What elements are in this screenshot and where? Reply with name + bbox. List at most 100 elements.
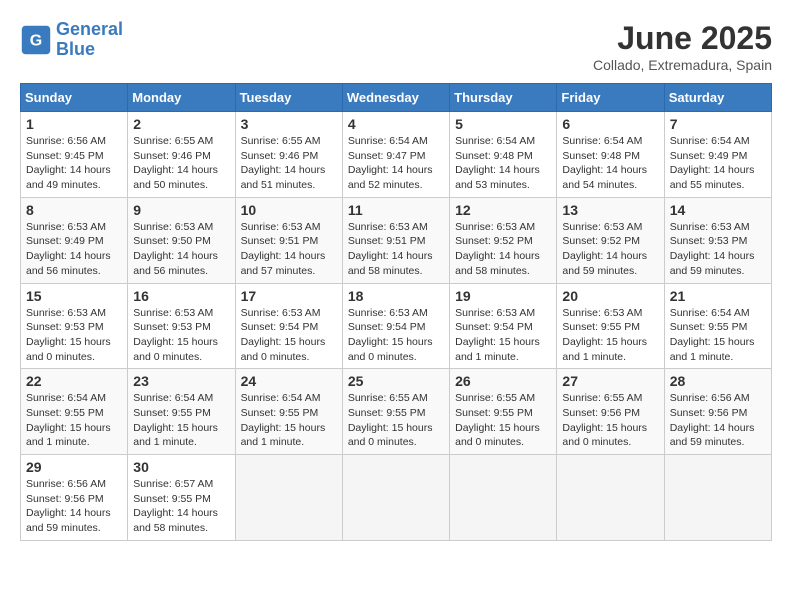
- day-info: Sunrise: 6:55 AM Sunset: 9:55 PM Dayligh…: [348, 391, 444, 450]
- sunset: Sunset: 9:49 PM: [26, 235, 104, 247]
- header-saturday: Saturday: [664, 84, 771, 112]
- day-info: Sunrise: 6:53 AM Sunset: 9:55 PM Dayligh…: [562, 306, 658, 365]
- sunrise: Sunrise: 6:55 AM: [133, 135, 213, 147]
- daylight: Daylight: 15 hours and 0 minutes.: [26, 336, 111, 363]
- sunrise: Sunrise: 6:55 AM: [455, 392, 535, 404]
- sunset: Sunset: 9:56 PM: [26, 493, 104, 505]
- daylight: Daylight: 14 hours and 56 minutes.: [133, 250, 218, 277]
- week-row-1: 1 Sunrise: 6:56 AM Sunset: 9:45 PM Dayli…: [21, 112, 772, 198]
- sunset: Sunset: 9:48 PM: [562, 150, 640, 162]
- week-row-5: 29 Sunrise: 6:56 AM Sunset: 9:56 PM Dayl…: [21, 455, 772, 541]
- sunset: Sunset: 9:55 PM: [670, 321, 748, 333]
- month-year: June 2025: [593, 20, 772, 57]
- daylight: Daylight: 14 hours and 55 minutes.: [670, 164, 755, 191]
- day-number: 19: [455, 288, 551, 304]
- sunset: Sunset: 9:46 PM: [133, 150, 211, 162]
- sunrise: Sunrise: 6:53 AM: [562, 221, 642, 233]
- sunrise: Sunrise: 6:57 AM: [133, 478, 213, 490]
- sunrise: Sunrise: 6:54 AM: [455, 135, 535, 147]
- day-info: Sunrise: 6:55 AM Sunset: 9:56 PM Dayligh…: [562, 391, 658, 450]
- week-row-3: 15 Sunrise: 6:53 AM Sunset: 9:53 PM Dayl…: [21, 283, 772, 369]
- daylight: Daylight: 14 hours and 51 minutes.: [241, 164, 326, 191]
- day-info: Sunrise: 6:53 AM Sunset: 9:53 PM Dayligh…: [133, 306, 229, 365]
- empty-cell: [557, 455, 664, 541]
- empty-cell: [450, 455, 557, 541]
- day-cell-7: 7 Sunrise: 6:54 AM Sunset: 9:49 PM Dayli…: [664, 112, 771, 198]
- day-cell-2: 2 Sunrise: 6:55 AM Sunset: 9:46 PM Dayli…: [128, 112, 235, 198]
- day-number: 21: [670, 288, 766, 304]
- sunset: Sunset: 9:50 PM: [133, 235, 211, 247]
- weekday-header-row: Sunday Monday Tuesday Wednesday Thursday…: [21, 84, 772, 112]
- daylight: Daylight: 15 hours and 1 minute.: [133, 422, 218, 449]
- sunset: Sunset: 9:53 PM: [133, 321, 211, 333]
- sunset: Sunset: 9:53 PM: [670, 235, 748, 247]
- daylight: Daylight: 14 hours and 52 minutes.: [348, 164, 433, 191]
- day-cell-15: 15 Sunrise: 6:53 AM Sunset: 9:53 PM Dayl…: [21, 283, 128, 369]
- day-cell-1: 1 Sunrise: 6:56 AM Sunset: 9:45 PM Dayli…: [21, 112, 128, 198]
- daylight: Daylight: 14 hours and 50 minutes.: [133, 164, 218, 191]
- day-cell-23: 23 Sunrise: 6:54 AM Sunset: 9:55 PM Dayl…: [128, 369, 235, 455]
- daylight: Daylight: 15 hours and 1 minute.: [241, 422, 326, 449]
- day-info: Sunrise: 6:57 AM Sunset: 9:55 PM Dayligh…: [133, 477, 229, 536]
- sunrise: Sunrise: 6:55 AM: [241, 135, 321, 147]
- day-cell-30: 30 Sunrise: 6:57 AM Sunset: 9:55 PM Dayl…: [128, 455, 235, 541]
- day-number: 14: [670, 202, 766, 218]
- day-info: Sunrise: 6:53 AM Sunset: 9:50 PM Dayligh…: [133, 220, 229, 279]
- day-info: Sunrise: 6:53 AM Sunset: 9:52 PM Dayligh…: [455, 220, 551, 279]
- day-info: Sunrise: 6:53 AM Sunset: 9:52 PM Dayligh…: [562, 220, 658, 279]
- day-info: Sunrise: 6:54 AM Sunset: 9:48 PM Dayligh…: [562, 134, 658, 193]
- daylight: Daylight: 14 hours and 58 minutes.: [455, 250, 540, 277]
- sunset: Sunset: 9:52 PM: [562, 235, 640, 247]
- sunrise: Sunrise: 6:53 AM: [26, 221, 106, 233]
- day-number: 7: [670, 116, 766, 132]
- sunrise: Sunrise: 6:55 AM: [562, 392, 642, 404]
- day-cell-22: 22 Sunrise: 6:54 AM Sunset: 9:55 PM Dayl…: [21, 369, 128, 455]
- day-info: Sunrise: 6:56 AM Sunset: 9:56 PM Dayligh…: [670, 391, 766, 450]
- sunset: Sunset: 9:55 PM: [133, 407, 211, 419]
- day-number: 25: [348, 373, 444, 389]
- sunrise: Sunrise: 6:53 AM: [133, 307, 213, 319]
- day-number: 9: [133, 202, 229, 218]
- title-area: June 2025 Collado, Extremadura, Spain: [593, 20, 772, 73]
- day-number: 29: [26, 459, 122, 475]
- day-number: 24: [241, 373, 337, 389]
- day-cell-11: 11 Sunrise: 6:53 AM Sunset: 9:51 PM Dayl…: [342, 197, 449, 283]
- day-cell-24: 24 Sunrise: 6:54 AM Sunset: 9:55 PM Dayl…: [235, 369, 342, 455]
- day-number: 28: [670, 373, 766, 389]
- header-sunday: Sunday: [21, 84, 128, 112]
- sunrise: Sunrise: 6:54 AM: [26, 392, 106, 404]
- day-info: Sunrise: 6:53 AM Sunset: 9:53 PM Dayligh…: [670, 220, 766, 279]
- day-cell-18: 18 Sunrise: 6:53 AM Sunset: 9:54 PM Dayl…: [342, 283, 449, 369]
- sunrise: Sunrise: 6:53 AM: [241, 307, 321, 319]
- sunset: Sunset: 9:51 PM: [348, 235, 426, 247]
- location: Collado, Extremadura, Spain: [593, 57, 772, 73]
- sunrise: Sunrise: 6:53 AM: [562, 307, 642, 319]
- daylight: Daylight: 14 hours and 58 minutes.: [348, 250, 433, 277]
- sunset: Sunset: 9:56 PM: [562, 407, 640, 419]
- daylight: Daylight: 14 hours and 59 minutes.: [670, 250, 755, 277]
- daylight: Daylight: 15 hours and 1 minute.: [26, 422, 111, 449]
- day-info: Sunrise: 6:56 AM Sunset: 9:56 PM Dayligh…: [26, 477, 122, 536]
- day-info: Sunrise: 6:55 AM Sunset: 9:55 PM Dayligh…: [455, 391, 551, 450]
- sunrise: Sunrise: 6:56 AM: [670, 392, 750, 404]
- week-row-4: 22 Sunrise: 6:54 AM Sunset: 9:55 PM Dayl…: [21, 369, 772, 455]
- sunset: Sunset: 9:51 PM: [241, 235, 319, 247]
- day-number: 13: [562, 202, 658, 218]
- daylight: Daylight: 14 hours and 57 minutes.: [241, 250, 326, 277]
- day-info: Sunrise: 6:55 AM Sunset: 9:46 PM Dayligh…: [133, 134, 229, 193]
- daylight: Daylight: 14 hours and 49 minutes.: [26, 164, 111, 191]
- day-number: 6: [562, 116, 658, 132]
- header-wednesday: Wednesday: [342, 84, 449, 112]
- daylight: Daylight: 15 hours and 0 minutes.: [133, 336, 218, 363]
- daylight: Daylight: 14 hours and 56 minutes.: [26, 250, 111, 277]
- sunrise: Sunrise: 6:54 AM: [670, 307, 750, 319]
- header-thursday: Thursday: [450, 84, 557, 112]
- day-number: 1: [26, 116, 122, 132]
- day-cell-21: 21 Sunrise: 6:54 AM Sunset: 9:55 PM Dayl…: [664, 283, 771, 369]
- sunset: Sunset: 9:55 PM: [562, 321, 640, 333]
- day-info: Sunrise: 6:53 AM Sunset: 9:51 PM Dayligh…: [241, 220, 337, 279]
- sunset: Sunset: 9:49 PM: [670, 150, 748, 162]
- day-cell-28: 28 Sunrise: 6:56 AM Sunset: 9:56 PM Dayl…: [664, 369, 771, 455]
- empty-cell: [342, 455, 449, 541]
- daylight: Daylight: 14 hours and 54 minutes.: [562, 164, 647, 191]
